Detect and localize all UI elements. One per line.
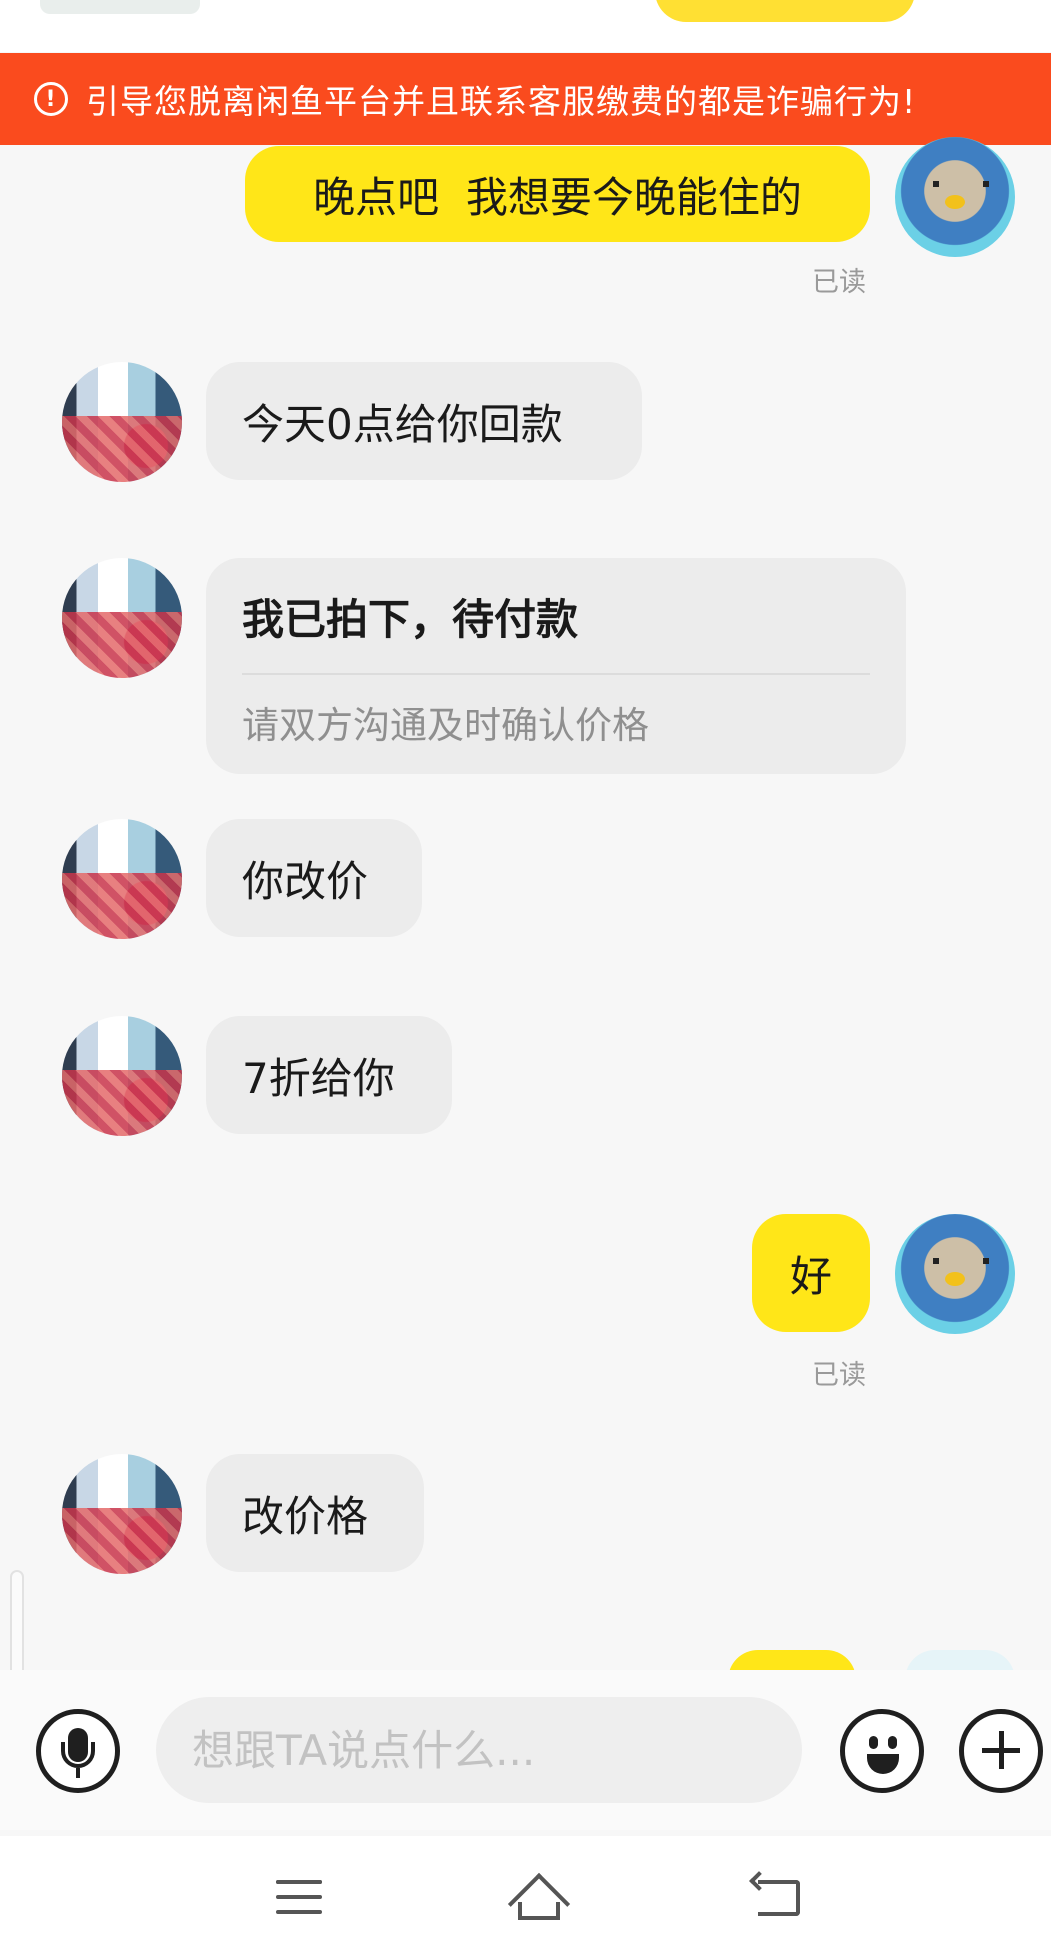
message-bubble-other[interactable]: 7折给你: [206, 1016, 452, 1134]
order-card-title: 我已拍下，待付款: [242, 595, 579, 644]
read-status: 已读: [812, 1360, 866, 1391]
card-divider: [242, 673, 870, 675]
message-bubble-self[interactable]: 晚点吧 我想要今晚能住的: [245, 146, 870, 242]
more-actions-button[interactable]: [959, 1709, 1043, 1793]
contact-avatar[interactable]: [62, 1016, 182, 1136]
nav-menu-button[interactable]: [276, 1880, 322, 1914]
my-avatar[interactable]: [895, 137, 1015, 257]
message-bubble-self[interactable]: 好: [752, 1214, 870, 1332]
contact-avatar[interactable]: [62, 819, 182, 939]
message-bubble-other[interactable]: 改价格: [206, 1454, 424, 1572]
voice-button[interactable]: [36, 1709, 120, 1793]
message-text: 改价格: [242, 1491, 369, 1541]
message-bubble-other[interactable]: 今天0点给你回款: [206, 362, 642, 480]
read-status: 已读: [812, 267, 866, 298]
exclamation-circle-icon: !: [34, 82, 68, 116]
menu-icon: [276, 1880, 322, 1914]
message-text: 好: [789, 1251, 832, 1301]
message-text: 你改价: [242, 856, 369, 906]
contact-avatar[interactable]: [62, 362, 182, 482]
nav-home-button[interactable]: [507, 1872, 571, 1936]
message-input[interactable]: [156, 1697, 802, 1803]
message-bubble-other[interactable]: 你改价: [206, 819, 422, 937]
order-card-subtitle: 请双方沟通及时确认价格: [242, 704, 649, 747]
message-text: 晚点吧 我想要今晚能住的: [313, 172, 802, 222]
product-thumbnail[interactable]: [40, 0, 200, 14]
warning-text: 引导您脱离闲鱼平台并且联系客服缴费的都是诈骗行为!: [86, 82, 917, 121]
contact-avatar[interactable]: [62, 1454, 182, 1574]
nav-back-button[interactable]: [749, 1871, 800, 1916]
header-action-button[interactable]: [655, 0, 915, 22]
emoji-button[interactable]: [840, 1709, 924, 1793]
my-avatar[interactable]: [895, 1214, 1015, 1334]
message-text: 7折给你: [242, 1053, 395, 1103]
order-status-card[interactable]: 我已拍下，待付款 请双方沟通及时确认价格: [206, 558, 906, 774]
contact-avatar[interactable]: [62, 558, 182, 678]
message-text: 今天0点给你回款: [242, 399, 563, 449]
fraud-warning-banner: ! 引导您脱离闲鱼平台并且联系客服缴费的都是诈骗行为!: [0, 53, 1051, 145]
product-header-strip: [0, 0, 1051, 52]
